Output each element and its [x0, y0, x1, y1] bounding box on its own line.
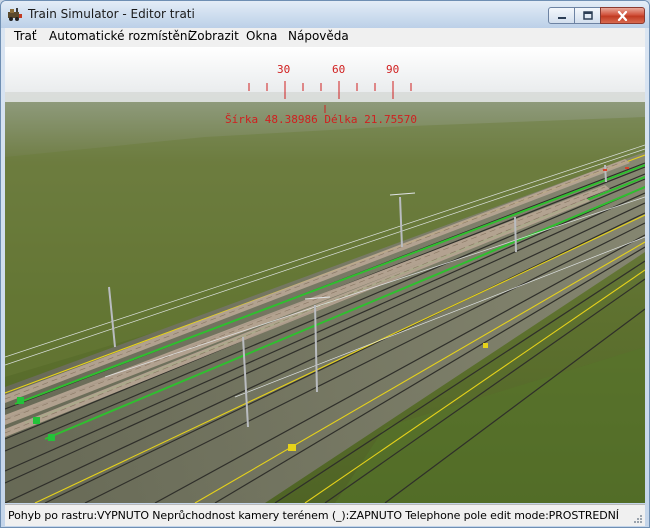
status-text: Pohyb po rastru:VYPNUTO Neprůchodnost ka… [8, 509, 619, 522]
train-app-icon [8, 8, 22, 21]
coordinate-readout: Šírka 48.38986 Délka 21.75570 [225, 113, 418, 126]
close-icon [617, 10, 628, 21]
menu-napoveda[interactable]: Nápověda [285, 29, 352, 43]
compass-label-30: 30 [277, 63, 291, 76]
menu-trat[interactable]: Trať [11, 29, 40, 43]
3d-track-viewport[interactable]: 30 60 90 Šírka 48.38986 Délka 21.75570 [5, 47, 645, 503]
maximize-button[interactable] [574, 7, 601, 24]
compass-label-90: 90 [386, 63, 400, 76]
menu-bar: Trať Automatické rozmístění Zobrazit Okn… [5, 28, 645, 47]
status-bar: Pohyb po rastru:VYPNUTO Neprůchodnost ka… [5, 504, 645, 526]
window-title: Train Simulator - Editor trati [28, 7, 195, 21]
application-window: Train Simulator - Editor trati Trať Auto… [0, 0, 650, 528]
title-bar[interactable]: Train Simulator - Editor trati [1, 1, 649, 28]
maximize-icon [582, 11, 593, 20]
menu-okna[interactable]: Okna [243, 29, 280, 43]
compass-label-60: 60 [332, 63, 346, 76]
menu-zobrazit[interactable]: Zobrazit [186, 29, 242, 43]
close-button[interactable] [600, 7, 645, 24]
menu-automaticke-rozmisteni[interactable]: Automatické rozmístění [46, 29, 194, 43]
minimize-button[interactable] [548, 7, 575, 24]
resize-grip-icon[interactable] [633, 514, 643, 524]
minimize-icon [557, 16, 566, 19]
